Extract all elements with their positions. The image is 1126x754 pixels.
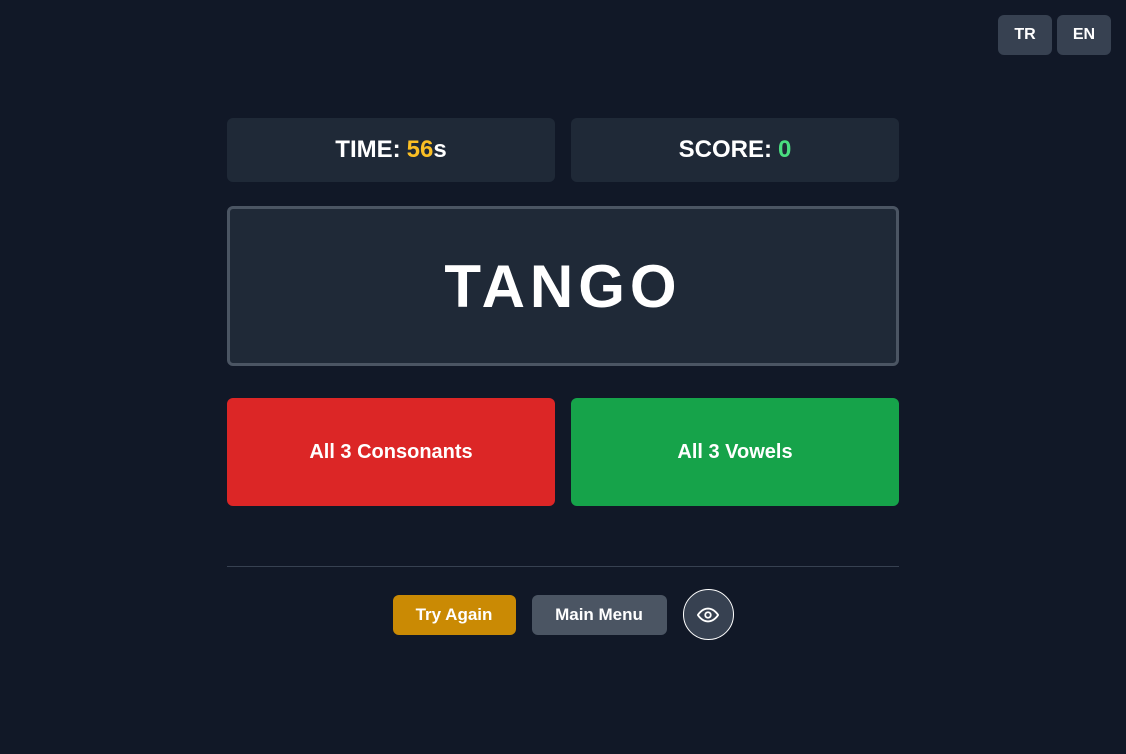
eye-icon — [697, 607, 719, 622]
all-vowels-button[interactable]: All 3 Vowels — [571, 398, 899, 506]
try-again-button[interactable]: Try Again — [392, 594, 516, 635]
score-display: SCORE: 0 — [571, 118, 899, 182]
time-label: TIME: — [335, 136, 401, 163]
all-consonants-button[interactable]: All 3 Consonants — [227, 398, 555, 506]
time-value: 56 — [406, 136, 434, 163]
answer-options: All 3 Consonants All 3 Vowels — [227, 398, 899, 506]
current-word: TANGO — [444, 252, 682, 320]
language-tr-button[interactable]: TR — [998, 15, 1052, 55]
time-display: TIME: 56 s — [227, 118, 555, 182]
word-card: TANGO — [227, 206, 899, 366]
stats-bar: TIME: 56 s SCORE: 0 — [227, 118, 899, 182]
score-label: SCORE: — [678, 136, 772, 163]
score-value: 0 — [777, 136, 792, 163]
action-bar: Try Again Main Menu — [0, 589, 1126, 640]
language-en-button[interactable]: EN — [1057, 15, 1111, 55]
toggle-visibility-button[interactable] — [682, 589, 734, 640]
time-unit: s — [433, 136, 447, 163]
divider — [227, 566, 899, 567]
main-menu-button[interactable]: Main Menu — [531, 594, 667, 635]
language-switch: TR EN — [998, 15, 1111, 55]
